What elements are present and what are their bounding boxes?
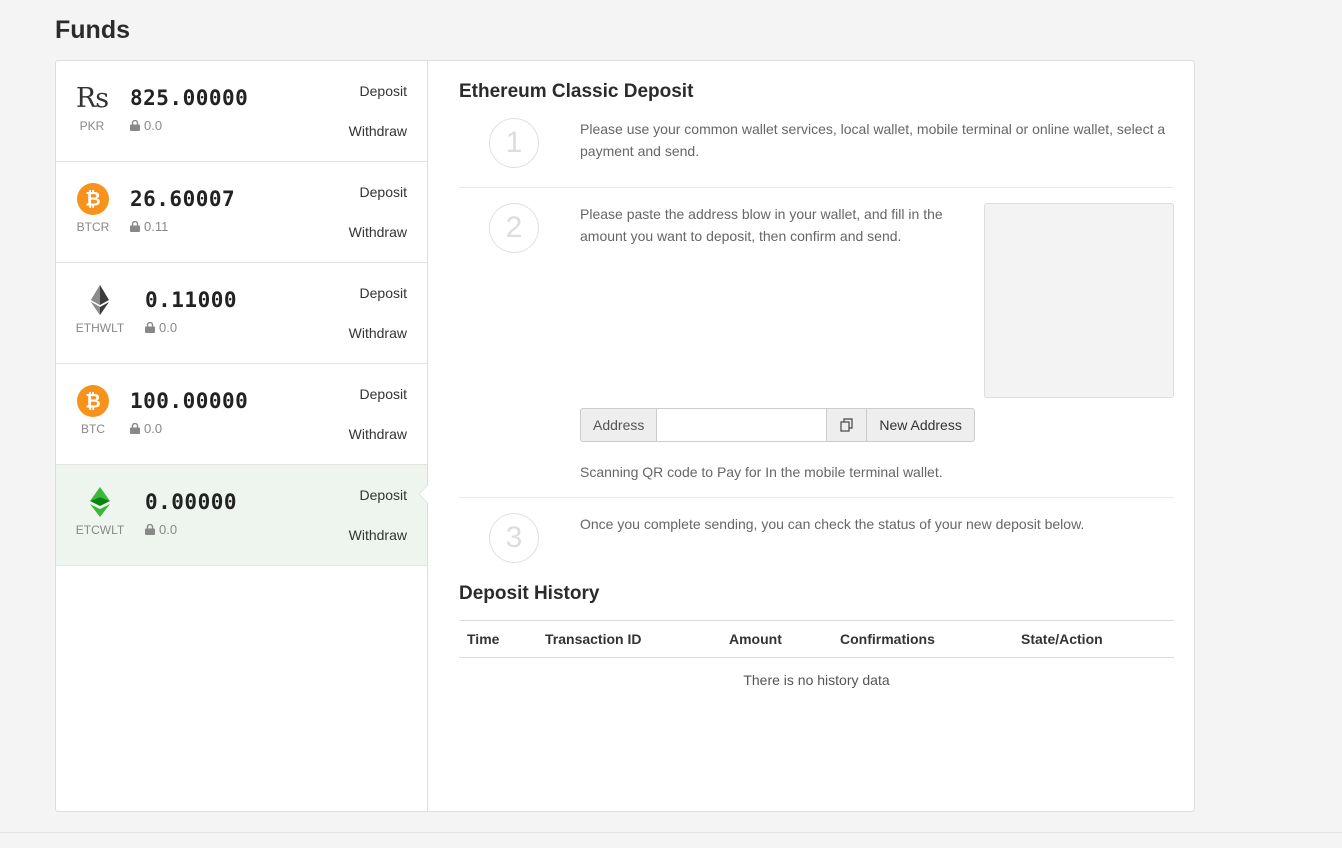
step-3-number: 3 [489,513,539,563]
ethereum-icon [84,284,116,316]
table-header-row: Time Transaction ID Amount Confirmations… [459,620,1174,658]
column-header[interactable]: Time [459,620,537,658]
divider [459,187,1174,188]
address-group: Address New Address [580,408,975,442]
lock-icon [145,524,155,535]
deposit-link[interactable]: Deposit [360,83,407,99]
asset-amount: 0.11000 [145,288,238,312]
withdraw-link[interactable]: Withdraw [349,224,407,240]
asset-code: ETHWLT [75,321,125,335]
qr-note: Scanning QR code to Pay for In the mobil… [580,464,943,480]
history-title: Deposit History [459,583,600,604]
locked-amount: 0.0 [130,421,162,436]
lock-icon [130,120,140,131]
step-1-number: 1 [489,118,539,168]
asset-row-etcwlt[interactable]: ETCWLT 0.00000 0.0 Deposit Withdraw [56,465,438,566]
active-pointer [418,484,438,504]
deposit-title: Ethereum Classic Deposit [459,81,694,102]
withdraw-link[interactable]: Withdraw [349,325,407,341]
svg-text:₿: ₿ [85,190,100,211]
step-2-number: 2 [489,203,539,253]
column-header[interactable]: State/Action [1013,620,1174,658]
asset-code: ETCWLT [75,523,125,537]
column-header[interactable]: Confirmations [832,620,1013,658]
qr-code [984,203,1174,398]
rupee-icon: Rs [75,82,109,114]
address-label: Address [580,408,658,442]
lock-icon [130,221,140,232]
column-header[interactable]: Amount [721,620,832,658]
new-address-button[interactable]: New Address [867,408,975,442]
withdraw-link[interactable]: Withdraw [349,527,407,543]
copy-icon [840,418,853,432]
asset-amount: 825.00000 [130,86,249,110]
asset-row-btcr[interactable]: ₿ BTCR 26.60007 0.11 Deposit Withdraw [56,162,427,263]
withdraw-link[interactable]: Withdraw [349,426,407,442]
asset-code: BTCR [76,220,110,234]
asset-row-btc[interactable]: ₿ BTC 100.00000 0.0 Deposit Withdraw [56,364,427,465]
asset-code: PKR [79,119,105,133]
page-title: Funds [55,16,130,44]
column-header[interactable]: Transaction ID [537,620,721,658]
step-3-text: Once you complete sending, you can check… [580,516,1085,532]
asset-amount: 26.60007 [130,187,236,211]
deposit-link[interactable]: Deposit [360,184,407,200]
deposit-section: Ethereum Classic Deposit 1 Please use yo… [459,61,1174,811]
asset-list: Rs PKR 825.00000 0.0 Deposit Withdraw ₿ … [56,61,438,811]
asset-code: BTC [81,422,105,436]
withdraw-link[interactable]: Withdraw [349,123,407,139]
deposit-link[interactable]: Deposit [360,285,407,301]
step-2-text: Please paste the address blow in your wa… [580,206,943,244]
bitcoin-icon: ₿ [77,385,109,417]
lock-icon [130,423,140,434]
table-row: There is no history data [459,658,1174,703]
asset-row-pkr[interactable]: Rs PKR 825.00000 0.0 Deposit Withdraw [56,61,427,162]
step-1-text: Please use your common wallet services, … [580,121,1166,159]
divider [459,497,1174,498]
history-table: Time Transaction ID Amount Confirmations… [459,620,1174,702]
funds-panel: Rs PKR 825.00000 0.0 Deposit Withdraw ₿ … [55,60,1195,812]
asset-row-ethwlt[interactable]: ETHWLT 0.11000 0.0 Deposit Withdraw [56,263,427,364]
lock-icon [145,322,155,333]
deposit-link[interactable]: Deposit [360,386,407,402]
locked-amount: 0.0 [145,522,177,537]
footer-divider [0,832,1342,833]
locked-amount: 0.11 [130,219,168,234]
asset-amount: 0.00000 [145,490,238,514]
copy-button[interactable] [827,408,868,442]
locked-amount: 0.0 [130,118,162,133]
locked-amount: 0.0 [145,320,177,335]
asset-amount: 100.00000 [130,389,249,413]
svg-text:₿: ₿ [85,392,100,413]
deposit-link[interactable]: Deposit [360,487,407,503]
address-input[interactable] [657,408,828,442]
ethereum-classic-icon [84,486,116,518]
empty-message: There is no history data [743,672,890,688]
bitcoin-icon: ₿ [77,183,109,215]
